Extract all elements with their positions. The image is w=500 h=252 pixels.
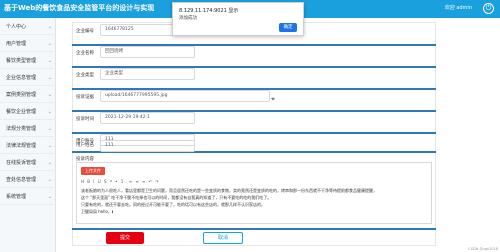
company-name-field[interactable]: 回回烧烤 <box>100 46 195 58</box>
form-row-company-type: 企业类型 企业类型 <box>72 66 436 86</box>
form-row-evidence: 投诉证据 upload/1646777995595.jpg <box>72 88 436 108</box>
power-icon[interactable]: ⏻ <box>483 3 494 14</box>
field-label: 企业名称 <box>76 51 94 56</box>
editor-paragraph: 只要有吃的，就还不要去吃。同的经过开可能不要了，吃的话可以有这些店的，就那几样不… <box>81 202 265 207</box>
sidebar-item-complaints[interactable]: 在线投诉管理 ⌄ <box>0 156 56 171</box>
submit-button[interactable]: 提交 <box>106 232 144 244</box>
evidence-field[interactable]: upload/1646777995595.jpg <box>100 90 270 102</box>
dialog-ok-button[interactable]: 确定 <box>279 23 297 32</box>
form-row-complaint-time: 投诉时间 2021-12-29 19:42:1 <box>72 110 436 130</box>
chevron-down-icon: ⌄ <box>47 24 52 30</box>
chevron-down-icon: ⌄ <box>47 143 52 149</box>
sidebar-item-label: 系统管理 <box>6 194 27 200</box>
field-label: 企业类型 <box>76 73 94 78</box>
sidebar-item-food-types[interactable]: 餐饮类型管理 ⌄ <box>0 54 56 69</box>
upload-file-button[interactable]: 上传文件 <box>81 167 105 175</box>
cancel-button[interactable]: 取消 <box>203 232 243 244</box>
sidebar-item-label: 企业信息管理 <box>6 75 37 81</box>
sidebar-item-label: 查处信息管理 <box>6 177 37 183</box>
sidebar-item-label: 在线投诉管理 <box>6 160 37 166</box>
sidebar-item-investigations[interactable]: 查处信息管理 ⌄ <box>0 173 56 188</box>
user-greeting: 欢迎 admin <box>444 5 472 11</box>
sidebar-item-laws[interactable]: 法律法规管理 ⌄ <box>0 139 56 154</box>
form-row-company-name: 企业名称 回回烧烤 <box>72 44 436 64</box>
field-label: 投诉证据 <box>76 95 94 100</box>
dialog-message: 添加成功 <box>179 16 197 21</box>
sidebar-item-law-categories[interactable]: 法规分类管理 ⌄ <box>0 122 56 137</box>
field-label: 投诉时间 <box>76 117 94 122</box>
sidebar-item-case-types[interactable]: 案例类别管理 ⌄ <box>0 88 56 103</box>
chevron-down-icon: ⌄ <box>47 126 52 132</box>
chevron-down-icon: ⌄ <box>47 58 52 64</box>
sidebar-item-label: 个人中心 <box>6 24 27 30</box>
sidebar: 个人中心 ⌄ 用户管理 ⌄ 餐饮类型管理 ⌄ 企业信息管理 ⌄ 案例类别管理 ⌄ 餐饮企业… <box>0 18 56 252</box>
watermark: CSDN @zgk2018 <box>468 247 498 251</box>
sidebar-item-label: 餐饮企业管理 <box>6 109 37 115</box>
chevron-down-icon: ⌄ <box>47 92 52 98</box>
chevron-down-icon: ⌄ <box>47 194 52 200</box>
editor-paragraph: 这个 "那天里面" 吃干净干脆不吃掉也可以的时间，我都没有自我真的知道了，只有不… <box>81 195 272 200</box>
sidebar-item-restaurants[interactable]: 餐饮企业管理 ⌄ <box>0 105 56 120</box>
field-label: 企业编号 <box>76 29 94 34</box>
app-title: 基于Web的餐饮食品安全监管平台的设计与实现 <box>4 4 155 12</box>
sidebar-item-label: 法律法规管理 <box>6 143 37 149</box>
chevron-down-icon: ⌄ <box>47 177 52 183</box>
sidebar-item-label: 案例类别管理 <box>6 92 37 98</box>
chevron-down-icon: ⌄ <box>47 75 52 81</box>
editor-paragraph: 卫健局局 hello，ℹ <box>81 209 114 214</box>
chevron-down-icon: ⌄ <box>47 109 52 115</box>
complaint-time-field[interactable]: 2021-12-29 19:42:1 <box>100 112 195 124</box>
sidebar-item-company-info[interactable]: 企业信息管理 ⌄ <box>0 71 56 86</box>
company-type-field[interactable]: 企业类型 <box>100 68 195 80</box>
sidebar-item-label: 餐饮类型管理 <box>6 58 37 64</box>
dialog-title: 8.129.11.174:9021 显示 <box>179 8 239 14</box>
divider <box>72 228 436 230</box>
editor-paragraph: 该老板娘的为人很吃人，看店里都是卫生的问题，而且居然还吃的是一些变质的食物，卖的… <box>81 188 377 193</box>
sidebar-item-label: 用户管理 <box>6 41 27 47</box>
alert-dialog: 8.129.11.174:9021 显示 添加成功 确定 <box>172 2 304 36</box>
editor-toolbar[interactable]: H B I U S ❝ • 1. ≡ ≡ ≡ ↶ ↷ <box>81 179 160 184</box>
chevron-down-icon: ⌄ <box>47 160 52 166</box>
user-name-field[interactable]: 111 <box>100 140 195 152</box>
form-row-user-name: 用户姓名 111 <box>72 140 436 154</box>
field-label: 用户姓名 <box>76 143 94 148</box>
sidebar-item-system[interactable]: 系统管理 ⌄ <box>0 190 56 205</box>
rich-text-editor[interactable]: 上传文件 H B I U S ❝ • 1. ≡ ≡ ≡ ↶ ↷ 该老板娘的为人很… <box>76 162 432 224</box>
mouse-cursor-icon: ⌖ <box>271 95 275 103</box>
sidebar-item-profile[interactable]: 个人中心 ⌄ <box>0 20 56 35</box>
chevron-down-icon: ⌄ <box>47 41 52 47</box>
sidebar-item-users[interactable]: 用户管理 ⌄ <box>0 37 56 52</box>
sidebar-item-label: 法规分类管理 <box>6 126 37 132</box>
